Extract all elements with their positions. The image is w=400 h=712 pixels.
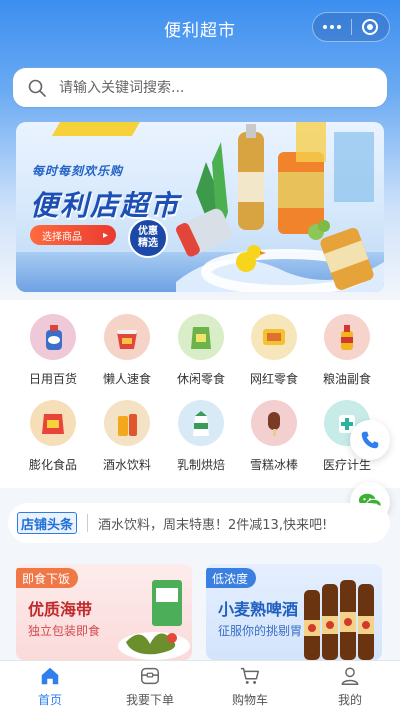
category-label: 网红零食: [249, 372, 298, 386]
category-item-instant-food[interactable]: 懒人速食: [87, 314, 167, 387]
promo-sub: 独立包装即食: [28, 624, 101, 638]
tab-mine[interactable]: 我的: [300, 661, 400, 712]
banner-slogan: 每时每刻欢乐购: [32, 164, 124, 178]
category-label: 休闲零食: [176, 372, 225, 386]
category-icon-bg: [324, 314, 370, 360]
instant-noodle-icon: [117, 330, 137, 349]
store-headline-notice[interactable]: 店铺头条 酒水饮料，周末特惠！2件减13,快来吧!: [8, 503, 390, 543]
banner-seal: 优惠 精选: [128, 218, 168, 258]
promo-sub: 征服你的挑剔胃: [218, 624, 303, 638]
ice-cream-icon: [268, 412, 280, 436]
promo-card-beer[interactable]: 低浓度 小麦熟啤酒 征服你的挑剔胃: [206, 564, 382, 660]
promo-badge: 即食下饭: [16, 568, 79, 588]
category-icon-bg: [30, 314, 76, 360]
category-label: 粮油副食: [322, 372, 371, 386]
seal-line-1: 优惠: [138, 226, 158, 237]
phone-icon: [361, 431, 379, 449]
chips-icon: [263, 329, 285, 345]
category-label: 乳制烘焙: [176, 458, 225, 472]
promo-name: 小麦熟啤酒: [218, 600, 299, 619]
detergent-icon: [46, 325, 62, 350]
bottom-tab-bar: 首页 我要下单 购物车 我的: [0, 660, 400, 712]
category-icon-bg: [104, 314, 150, 360]
category-label: 日用百货: [28, 372, 77, 386]
category-item-puffed-food[interactable]: 膨化食品: [13, 400, 93, 473]
more-icon[interactable]: [313, 25, 351, 29]
tab-home[interactable]: 首页: [0, 661, 100, 712]
category-item-trendy-snacks[interactable]: 网红零食: [234, 314, 314, 387]
tab-label: 我要下单: [125, 693, 174, 707]
promo-name: 优质海带: [28, 600, 93, 619]
banner-choose-button[interactable]: 选择商品: [30, 225, 116, 245]
seal-line-2: 精选: [138, 238, 158, 249]
category-label: 酒水饮料: [102, 458, 151, 472]
puffed-snack-icon: [42, 414, 64, 434]
order-box-icon: [141, 667, 159, 685]
category-item-beverages[interactable]: 酒水饮料: [87, 400, 167, 473]
mini-program-capsule: [312, 12, 390, 42]
tab-label: 我的: [337, 693, 362, 707]
tab-cart[interactable]: 购物车: [200, 661, 300, 712]
page-title: 便利超市: [164, 20, 236, 41]
notice-tag: 店铺头条: [17, 512, 78, 534]
category-item-dairy-bakery[interactable]: 乳制烘焙: [161, 400, 241, 473]
banner-products-illustration: [176, 122, 384, 292]
tab-label: 购物车: [231, 693, 268, 707]
promo-banner[interactable]: 每时每刻欢乐购 便利店超市 选择商品 优惠精选: [16, 122, 384, 292]
category-item-daily-goods[interactable]: 日用百货: [13, 314, 93, 387]
category-icon-bg: [251, 314, 297, 360]
oil-bottle-icon: [341, 325, 353, 350]
banner-headline: 便利店超市: [30, 189, 181, 222]
category-item-grain-oil[interactable]: 粮油副食: [307, 314, 387, 387]
category-item-leisure-snacks[interactable]: 休闲零食: [161, 314, 241, 387]
milk-icon: [193, 411, 209, 436]
category-label: 懒人速食: [102, 372, 151, 386]
category-label: 雪糕冰棒: [249, 458, 298, 472]
banner-stripe: [51, 122, 141, 136]
notice-divider: [87, 514, 89, 532]
category-label: 膨化食品: [28, 458, 77, 472]
close-target-icon[interactable]: [352, 19, 390, 35]
beverage-icon: [118, 414, 137, 436]
category-icon-bg: [30, 400, 76, 446]
search-icon: [28, 79, 46, 97]
phone-call-button[interactable]: [350, 420, 390, 460]
search-input[interactable]: [59, 79, 359, 96]
kelp-product-image: [118, 580, 190, 660]
category-grid: 日用百货 懒人速食 休闲零食 网红零食 粮油副食 膨化食品 酒水饮料 乳制烘焙 …: [0, 300, 400, 488]
search-bar[interactable]: [12, 67, 388, 108]
category-icon-bg: [178, 400, 224, 446]
notice-text: 酒水饮料，周末特惠！2件减13,快来吧!: [98, 517, 328, 533]
promo-card-kelp[interactable]: 即食下饭 优质海带 独立包装即食: [16, 564, 192, 660]
promo-badge: 低浓度: [206, 568, 257, 588]
category-icon-bg: [178, 314, 224, 360]
category-item-ice-cream[interactable]: 雪糕冰棒: [234, 400, 314, 473]
category-icon-bg: [104, 400, 150, 446]
user-icon: [341, 667, 359, 685]
cart-icon: [240, 667, 259, 684]
snack-bag-icon: [191, 327, 211, 349]
category-icon-bg: [251, 400, 297, 446]
title-bar: 便利超市: [0, 0, 400, 56]
beer-product-image: [304, 580, 374, 660]
tab-place-order[interactable]: 我要下单: [100, 661, 200, 712]
tab-label: 首页: [37, 693, 62, 707]
home-icon: [41, 667, 59, 685]
